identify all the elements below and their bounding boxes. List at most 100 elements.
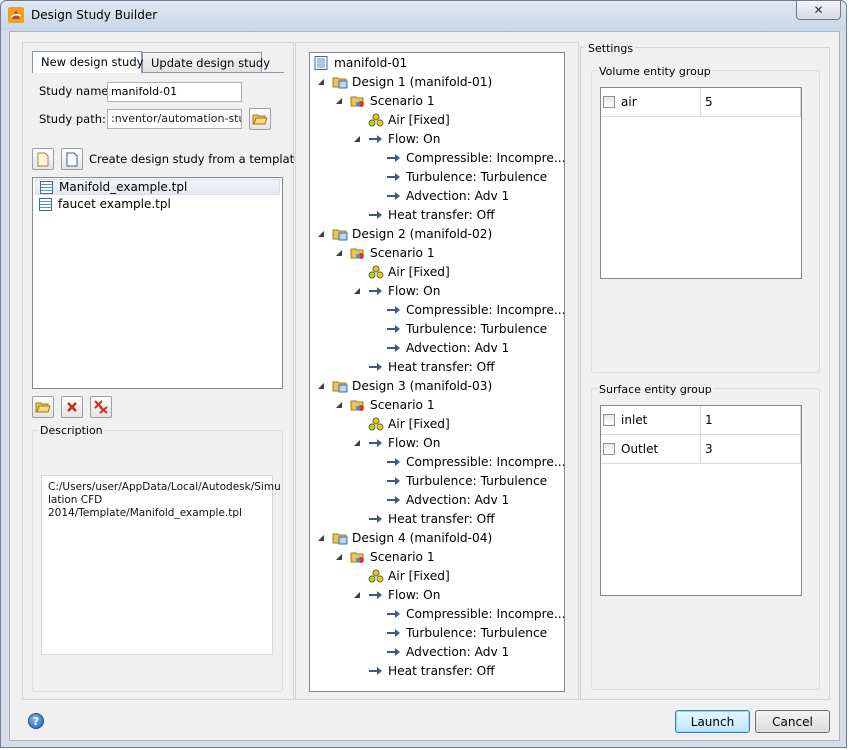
volume-checkbox[interactable] xyxy=(603,96,615,108)
description-text-box[interactable]: C:/Users/user/AppData/Local/Autodesk/Sim… xyxy=(41,475,281,655)
cell-text: inlet xyxy=(621,413,648,427)
tree-heat-transfer-node[interactable]: Heat transfer: Off xyxy=(368,358,495,376)
tree-flow-setting-node[interactable]: Turbulence: Turbulence xyxy=(386,624,547,642)
tree-flow-setting-node[interactable]: Advection: Adv 1 xyxy=(386,643,509,661)
open-template-button[interactable] xyxy=(32,396,54,418)
volume-value-cell[interactable]: 5 xyxy=(701,88,801,117)
table-row[interactable]: Outlet 3 xyxy=(601,435,801,464)
arrow-icon xyxy=(386,626,402,640)
tab-new-design-study[interactable]: New design study xyxy=(32,51,143,73)
tree-design-node[interactable]: Design 2 (manifold-02) xyxy=(332,225,492,243)
expand-toggle-icon[interactable]: ◢ xyxy=(352,438,362,447)
tree-node-label: Design 1 (manifold-01) xyxy=(352,75,493,89)
browse-folder-button[interactable] xyxy=(249,108,271,130)
expand-toggle-icon[interactable]: ◢ xyxy=(316,381,326,390)
tree-node-label: Advection: Adv 1 xyxy=(406,189,510,203)
launch-button[interactable]: Launch xyxy=(675,710,750,733)
surface-value-cell[interactable]: 1 xyxy=(701,406,801,435)
dialog-client-area: New design study Update design study Stu… xyxy=(9,31,840,741)
arrow-icon xyxy=(386,341,402,355)
list-item[interactable]: faucet example.tpl xyxy=(35,196,280,212)
tree-flow-node[interactable]: Flow: On xyxy=(368,434,440,452)
tree-flow-node[interactable]: Flow: On xyxy=(368,282,440,300)
tree-flow-setting-node[interactable]: Turbulence: Turbulence xyxy=(386,168,547,186)
blank-template-button[interactable] xyxy=(61,148,83,170)
tree-node-label: Flow: On xyxy=(388,588,441,602)
launch-label: Launch xyxy=(690,714,735,729)
tree-flow-setting-node[interactable]: Compressible: Incompre... xyxy=(386,453,564,471)
tree-flow-node[interactable]: Flow: On xyxy=(368,130,440,148)
surface-value-cell[interactable]: 3 xyxy=(701,435,801,464)
tree-material-node[interactable]: Air [Fixed] xyxy=(368,263,450,281)
arrow-icon xyxy=(368,588,384,602)
tree-scenario-node[interactable]: Scenario 1 xyxy=(350,92,435,110)
surface-checkbox[interactable] xyxy=(603,443,615,455)
tree-scenario-node[interactable]: Scenario 1 xyxy=(350,548,435,566)
surface-entity-grid[interactable]: inlet 1 Outlet 3 xyxy=(600,405,802,596)
study-name-input[interactable]: manifold-01 xyxy=(107,82,242,102)
tree-flow-setting-node[interactable]: Advection: Adv 1 xyxy=(386,339,509,357)
tree-scenario-node[interactable]: Scenario 1 xyxy=(350,396,435,414)
tree-flow-setting-node[interactable]: Compressible: Incompre... xyxy=(386,605,564,623)
arrow-icon xyxy=(386,303,402,317)
tree-flow-setting-node[interactable]: Advection: Adv 1 xyxy=(386,187,509,205)
expand-toggle-icon[interactable]: ◢ xyxy=(334,248,344,257)
tree-node-label: Design 3 (manifold-03) xyxy=(352,379,493,393)
tree-heat-transfer-node[interactable]: Heat transfer: Off xyxy=(368,662,495,680)
tree-flow-setting-node[interactable]: Compressible: Incompre... xyxy=(386,301,565,319)
cell-text: 1 xyxy=(705,413,713,427)
table-row[interactable]: inlet 1 xyxy=(601,406,801,435)
list-item[interactable]: Manifold_example.tpl xyxy=(35,179,280,195)
expand-toggle-icon[interactable]: ◢ xyxy=(352,590,362,599)
help-button[interactable]: ? xyxy=(28,713,44,729)
new-template-button[interactable] xyxy=(32,148,54,170)
delete-template-button[interactable] xyxy=(61,396,83,418)
tree-design-node[interactable]: Design 3 (manifold-03) xyxy=(332,377,492,395)
tree-heat-transfer-node[interactable]: Heat transfer: Off xyxy=(368,206,495,224)
surface-checkbox[interactable] xyxy=(603,414,615,426)
arrow-icon xyxy=(368,360,384,374)
expand-toggle-icon[interactable]: ◢ xyxy=(316,533,326,542)
tree-flow-setting-node[interactable]: Turbulence: Turbulence xyxy=(386,320,547,338)
study-path-input[interactable]: :nventor/automation-study xyxy=(107,109,242,129)
tree-material-node[interactable]: Air [Fixed] xyxy=(368,415,450,433)
tree-node-label: Scenario 1 xyxy=(370,246,435,260)
template-file-list[interactable]: Manifold_example.tpl faucet example.tpl xyxy=(32,177,283,389)
surface-name-cell[interactable]: Outlet xyxy=(601,435,701,464)
expand-toggle-icon[interactable]: ◢ xyxy=(352,134,362,143)
tree-scenario-node[interactable]: Scenario 1 xyxy=(350,244,435,262)
expand-toggle-icon[interactable]: ◢ xyxy=(316,77,326,86)
arrow-icon xyxy=(386,170,402,184)
tree-node-label: Compressible: Incompre... xyxy=(406,151,565,165)
volume-entity-grid[interactable]: air 5 xyxy=(600,87,802,279)
tree-flow-setting-node[interactable]: Advection: Adv 1 xyxy=(386,491,509,509)
tree-flow-node[interactable]: Flow: On xyxy=(368,586,440,604)
tree-root[interactable]: manifold-01 xyxy=(314,54,407,72)
expand-toggle-icon[interactable]: ◢ xyxy=(316,229,326,238)
design-tree[interactable]: manifold-01 ◢ Design 1 (manifold-01) ◢ Scena… xyxy=(309,52,565,692)
tree-node-label: Turbulence: Turbulence xyxy=(406,322,548,336)
tree-design-node[interactable]: Design 4 (manifold-04) xyxy=(332,529,492,547)
tree-design-node[interactable]: Design 1 (manifold-01) xyxy=(332,73,492,91)
expand-toggle-icon[interactable]: ◢ xyxy=(334,552,344,561)
tree-flow-setting-node[interactable]: Compressible: Incompre... xyxy=(386,149,565,167)
table-row[interactable]: air 5 xyxy=(601,88,801,117)
tab-update-design-study[interactable]: Update design study xyxy=(142,52,270,73)
surface-name-cell[interactable]: inlet xyxy=(601,406,701,435)
tree-node-label: Scenario 1 xyxy=(370,398,435,412)
tree-heat-transfer-node[interactable]: Heat transfer: Off xyxy=(368,510,495,528)
tree-material-node[interactable]: Air [Fixed] xyxy=(368,111,450,129)
volume-entity-group-label: Volume entity group xyxy=(597,65,713,78)
page-icon xyxy=(66,152,78,166)
expand-toggle-icon[interactable]: ◢ xyxy=(352,286,362,295)
volume-name-cell[interactable]: air xyxy=(601,88,701,117)
cancel-button[interactable]: Cancel xyxy=(755,710,830,733)
tree-material-node[interactable]: Air [Fixed] xyxy=(368,567,450,585)
expand-toggle-icon[interactable]: ◢ xyxy=(334,400,344,409)
expand-toggle-icon[interactable]: ◢ xyxy=(334,96,344,105)
app-icon xyxy=(8,7,24,23)
delete-all-templates-button[interactable] xyxy=(90,396,112,418)
tree-node-label: Compressible: Incompre... xyxy=(406,303,565,317)
close-button[interactable]: ✕ xyxy=(796,1,841,20)
tree-flow-setting-node[interactable]: Turbulence: Turbulence xyxy=(386,472,547,490)
